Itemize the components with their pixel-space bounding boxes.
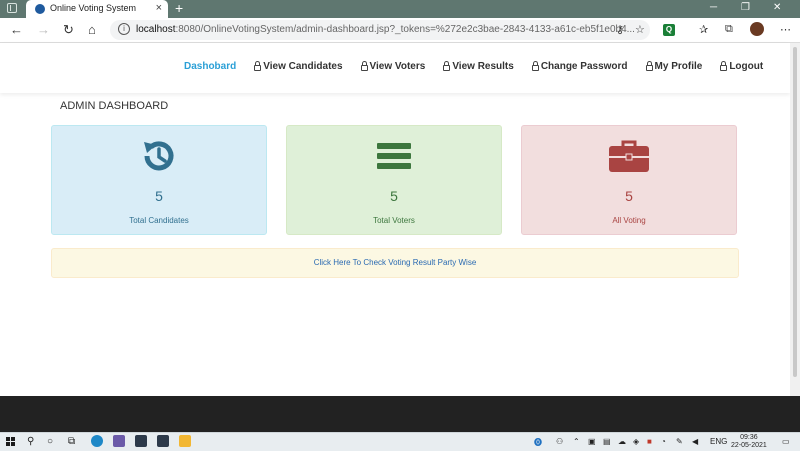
total-candidates-label: Total Candidates <box>129 216 189 225</box>
list-icon <box>377 143 411 169</box>
collections-icon[interactable]: ⧉ <box>725 23 733 36</box>
all-voting-card: 5 All Voting <box>521 125 737 235</box>
voting-result-banner: Click Here To Check Voting Result Party … <box>51 248 739 278</box>
tab-actions-icon[interactable] <box>7 3 17 13</box>
nav-change-password[interactable]: Change Password <box>531 61 628 72</box>
help-icon[interactable]: ⓿ <box>534 437 542 448</box>
cortana-icon[interactable]: ○ <box>47 436 53 447</box>
tab-close-icon[interactable]: × <box>156 2 162 14</box>
nav-my-profile[interactable]: My Profile <box>645 61 702 72</box>
lock-icon <box>443 61 451 71</box>
clock-time: 09:36 <box>740 434 758 441</box>
wifi-icon[interactable]: ◔ <box>661 437 666 446</box>
network-drive-icon[interactable]: ▤ <box>603 437 611 446</box>
total-candidates-count: 5 <box>155 188 163 204</box>
windows-start-icon[interactable] <box>6 437 16 447</box>
file-explorer-icon[interactable] <box>179 435 191 447</box>
refresh-icon[interactable]: ↻ <box>63 22 74 38</box>
nav-logout[interactable]: Logout <box>720 61 763 72</box>
site-info-icon[interactable]: i <box>118 23 130 35</box>
history-icon <box>144 141 174 171</box>
tab-title: Online Voting System <box>50 3 137 13</box>
total-candidates-card: 5 Total Candidates <box>51 125 267 235</box>
more-menu-icon[interactable]: ⋯ <box>780 23 791 36</box>
home-icon[interactable]: ⌂ <box>88 22 96 37</box>
site-footer <box>0 396 800 432</box>
url-text[interactable]: localhost:8080/OnlineVotingSystem/admin-… <box>136 24 635 35</box>
address-bar[interactable]: i localhost:8080/OnlineVotingSystem/admi… <box>110 20 650 40</box>
total-voters-count: 5 <box>390 188 398 204</box>
lock-icon <box>531 61 539 71</box>
site-navbar: Dashobard View Candidates View Voters Vi… <box>0 43 790 93</box>
nav-view-results[interactable]: View Results <box>443 61 514 72</box>
search-icon[interactable]: ⚲ <box>27 436 34 447</box>
window-close-icon[interactable]: ✕ <box>773 2 781 13</box>
volume-icon[interactable]: ◀ <box>692 437 698 446</box>
favorite-star-icon[interactable]: ☆ <box>635 23 645 36</box>
terminal-icon[interactable] <box>135 435 147 447</box>
extension-q-icon[interactable]: Q <box>663 24 675 36</box>
tray-app-icon[interactable]: ▣ <box>588 437 596 446</box>
scrollbar-thumb[interactable] <box>793 47 797 377</box>
briefcase-icon <box>609 140 649 172</box>
people-icon[interactable]: ⚇ <box>556 437 563 446</box>
lock-icon <box>645 61 653 71</box>
nav-view-candidates[interactable]: View Candidates <box>254 61 343 72</box>
browser-tab-strip: Online Voting System × + ─ ❐ ✕ <box>0 0 800 18</box>
key-icon[interactable]: ⚷ <box>616 23 624 36</box>
browser-toolbar: ← → ↻ ⌂ i localhost:8080/OnlineVotingSys… <box>0 18 800 43</box>
cloud-icon[interactable]: ☁ <box>618 437 626 446</box>
lock-icon <box>254 61 262 71</box>
all-voting-count: 5 <box>625 188 633 204</box>
favorites-icon[interactable]: ✰ <box>699 23 708 36</box>
site-favicon-icon <box>35 4 45 14</box>
party-wise-result-link[interactable]: Click Here To Check Voting Result Party … <box>314 258 477 267</box>
forward-icon[interactable]: → <box>37 22 50 37</box>
total-voters-card: 5 Total Voters <box>286 125 502 235</box>
lock-icon <box>720 61 728 71</box>
eclipse-icon[interactable] <box>113 435 125 447</box>
command-prompt-icon[interactable] <box>157 435 169 447</box>
page-title: ADMIN DASHBOARD <box>60 100 169 112</box>
page-scrollbar[interactable] <box>790 43 800 396</box>
restore-icon[interactable]: ❐ <box>741 2 750 13</box>
clock-date: 22-05-2021 <box>731 442 767 449</box>
windows-taskbar: ⚲ ○ ⧉ ⓿ ⚇ ⌃ ▣ ▤ ☁ ◈ ■ ◔ ✎ ◀ ENG 09:36 22… <box>0 432 800 451</box>
antivirus-icon[interactable]: ■ <box>647 437 652 446</box>
security-icon[interactable]: ◈ <box>633 437 639 446</box>
edge-browser-icon[interactable] <box>91 435 103 447</box>
nav-dashboard[interactable]: Dashobard <box>184 61 236 72</box>
tray-overflow-icon[interactable]: ⌃ <box>573 437 580 446</box>
nav-view-voters[interactable]: View Voters <box>360 61 425 72</box>
browser-tab[interactable]: Online Voting System × <box>26 0 168 18</box>
all-voting-label: All Voting <box>612 216 646 225</box>
system-clock[interactable]: 09:36 22-05-2021 <box>731 434 767 450</box>
language-indicator[interactable]: ENG <box>710 437 727 446</box>
lock-icon <box>360 61 368 71</box>
task-view-icon[interactable]: ⧉ <box>68 436 75 447</box>
new-tab-icon[interactable]: + <box>175 0 183 16</box>
profile-avatar[interactable] <box>750 22 764 36</box>
back-icon[interactable]: ← <box>10 22 23 37</box>
total-voters-label: Total Voters <box>373 216 415 225</box>
pen-icon[interactable]: ✎ <box>676 437 683 446</box>
notifications-icon[interactable]: ▭ <box>782 437 790 446</box>
minimize-icon[interactable]: ─ <box>710 2 717 13</box>
